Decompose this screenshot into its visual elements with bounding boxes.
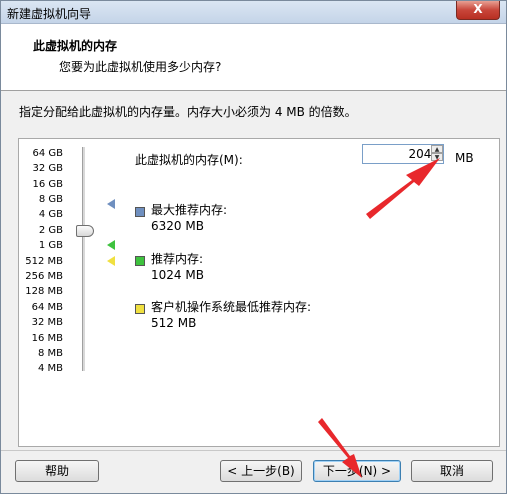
memory-spinner[interactable]: ▲ ▼ [431, 145, 443, 163]
min-recommended-marker-icon [107, 256, 115, 266]
help-button[interactable]: 帮助 [15, 460, 99, 482]
memory-label: 此虚拟机的内存(M): [135, 153, 243, 167]
back-button[interactable]: < 上一步(B) [220, 460, 302, 482]
memory-slider-track[interactable] [82, 147, 86, 371]
memory-panel: 64 GB 32 GB 16 GB 8 GB 4 GB 2 GB 1 GB 51… [18, 138, 500, 447]
recommended-value: 1024 MB [151, 268, 204, 282]
scale-label: 4 GB [38, 209, 63, 220]
footer-separator [1, 450, 506, 451]
max-recommended-title: 最大推荐内存: [151, 203, 228, 217]
scale-label: 128 MB [25, 286, 63, 297]
page-title: 此虚拟机的内存 [33, 39, 118, 53]
scale-label: 256 MB [25, 271, 63, 282]
scale-label: 64 GB [32, 148, 63, 159]
page-subtitle: 您要为此虚拟机使用多少内存? [59, 60, 222, 74]
window-title: 新建虚拟机向导 [7, 7, 92, 21]
max-recommended-marker-icon [107, 199, 115, 209]
scale-label: 32 GB [32, 163, 63, 174]
scale-label: 64 MB [31, 302, 63, 313]
scale-label: 32 MB [31, 317, 63, 328]
scale-label: 4 MB [37, 363, 63, 374]
memory-unit: MB [455, 151, 474, 165]
scale-label: 8 GB [38, 194, 63, 205]
title-bar[interactable]: 新建虚拟机向导 X [1, 1, 506, 24]
wizard-window: 新建虚拟机向导 X 此虚拟机的内存 您要为此虚拟机使用多少内存? 指定分配给此虚… [0, 0, 507, 494]
min-recommended-title: 客户机操作系统最低推荐内存: [151, 300, 312, 314]
scale-label: 8 MB [37, 348, 63, 359]
recommended-legend-icon [135, 256, 145, 266]
scale-label: 2 GB [38, 225, 63, 236]
recommended-title: 推荐内存: [151, 252, 204, 266]
memory-slider-thumb[interactable] [76, 225, 94, 237]
close-button[interactable]: X [456, 1, 500, 20]
wizard-header: 此虚拟机的内存 您要为此虚拟机使用多少内存? [1, 24, 506, 91]
min-recommended-legend-icon [135, 304, 145, 314]
next-button[interactable]: 下一步(N) > [313, 460, 401, 482]
scale-label: 1 GB [38, 240, 63, 251]
cancel-button[interactable]: 取消 [411, 460, 493, 482]
scale-label: 16 MB [31, 333, 63, 344]
scale-label: 512 MB [25, 256, 63, 267]
spin-up-icon[interactable]: ▲ [431, 145, 443, 153]
recommended-marker-icon [107, 240, 115, 250]
spin-down-icon[interactable]: ▼ [431, 153, 443, 161]
min-recommended-value: 512 MB [151, 316, 197, 330]
scale-label: 16 GB [32, 179, 63, 190]
memory-description: 指定分配给此虚拟机的内存量。内存大小必须为 4 MB 的倍数。 [19, 105, 357, 119]
max-recommended-value: 6320 MB [151, 219, 204, 233]
max-recommended-legend-icon [135, 207, 145, 217]
